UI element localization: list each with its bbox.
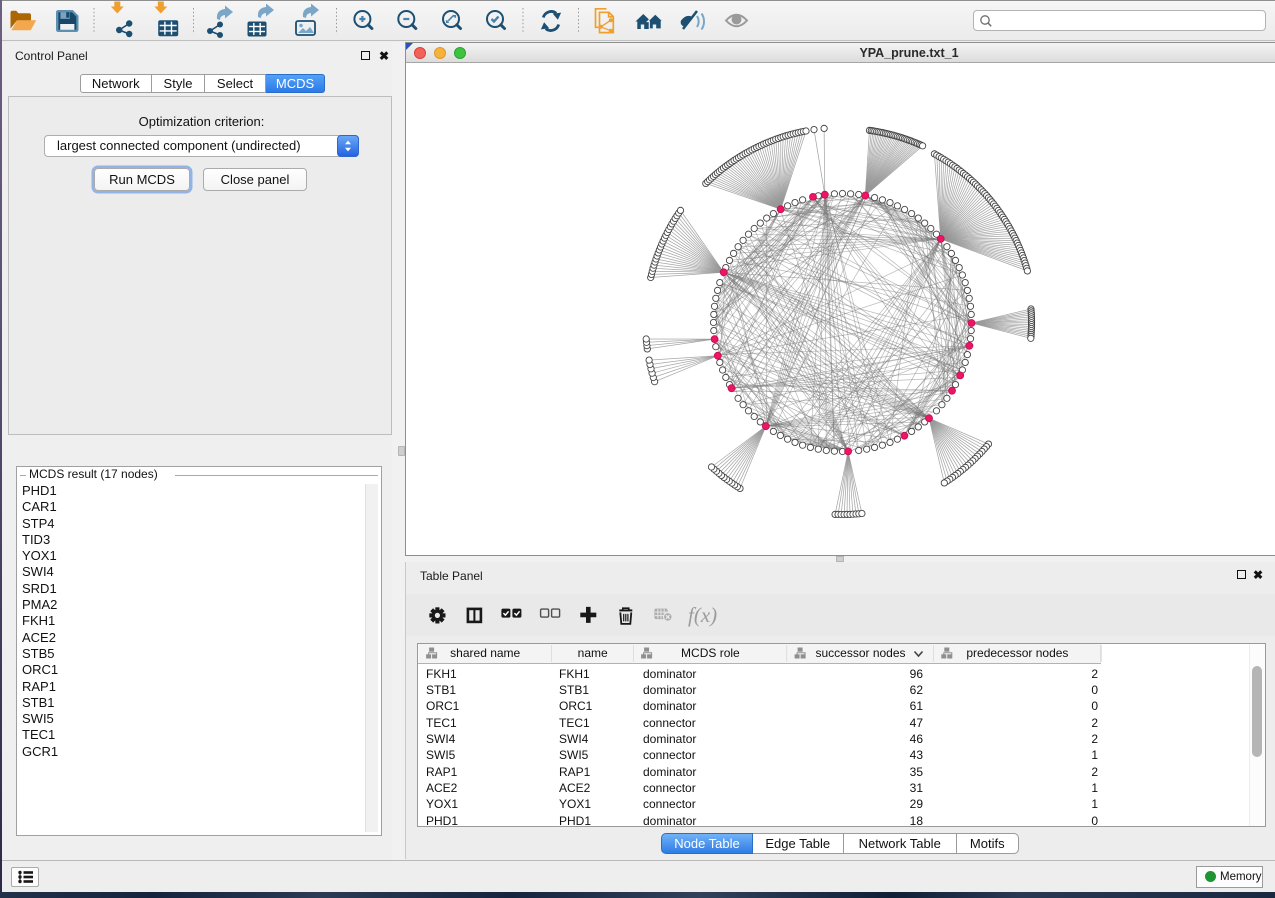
svg-text:predecessor nodes: predecessor nodes — [966, 646, 1068, 660]
svg-text:f(x): f(x) — [688, 603, 717, 627]
svg-text:name: name — [578, 646, 608, 660]
svg-text:successor nodes: successor nodes — [815, 646, 905, 660]
svg-text:MCDS role: MCDS role — [681, 646, 740, 660]
svg-text:shared name: shared name — [450, 646, 520, 660]
